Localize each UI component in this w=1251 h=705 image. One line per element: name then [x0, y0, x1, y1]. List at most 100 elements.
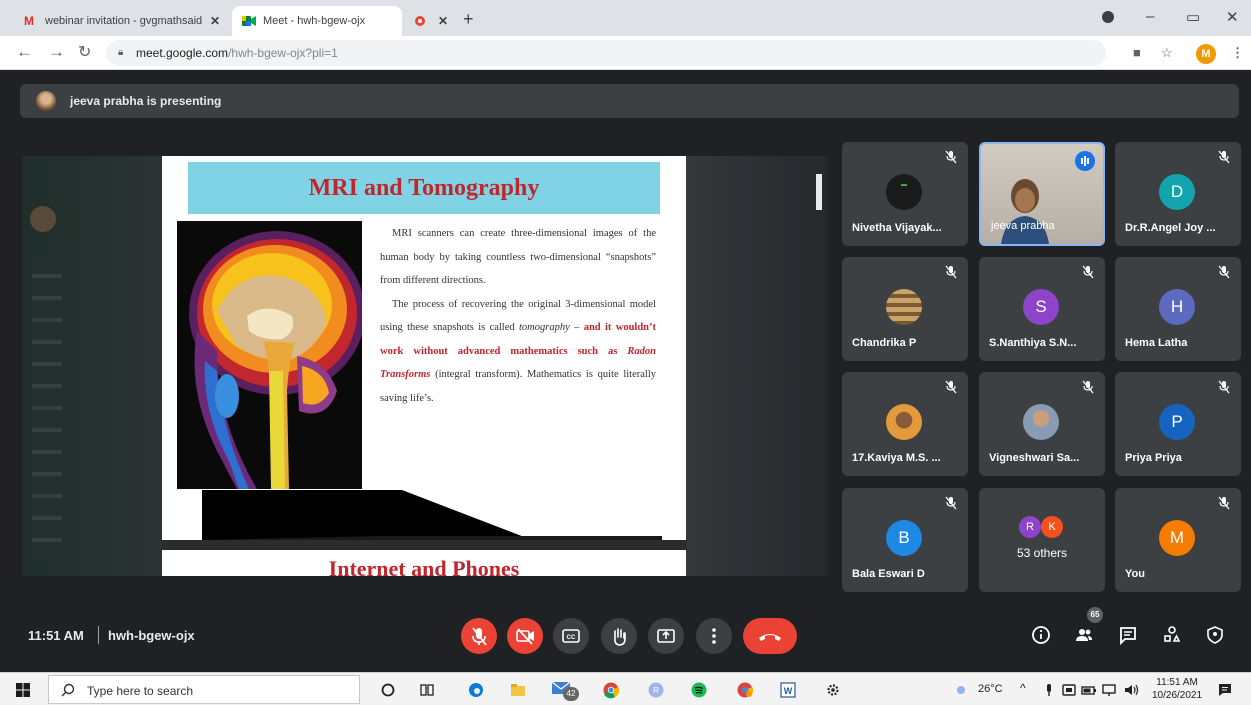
reload-icon[interactable]: ↻	[78, 42, 91, 62]
mic-off-icon	[1218, 380, 1230, 394]
participant-tile-presenter[interactable]: jeeva prabha	[979, 142, 1105, 246]
presentation-stage[interactable]: MRI and Tomography MRI scanners can crea…	[22, 156, 828, 576]
close-window-icon[interactable]: ✕	[1226, 8, 1239, 26]
host-controls-icon[interactable]	[1204, 624, 1226, 646]
divider	[98, 626, 99, 644]
profile-avatar[interactable]: M	[1196, 44, 1216, 64]
tab-meet[interactable]: Meet - hwh-bgew-ojx	[232, 6, 402, 36]
task-view-icon[interactable]	[418, 681, 436, 699]
settings-gear-icon[interactable]	[824, 681, 842, 699]
lock-icon: 🔒︎	[118, 47, 124, 58]
participant-tile[interactable]: B Bala Eswari D	[842, 488, 968, 592]
participant-count-badge: 65	[1087, 607, 1103, 623]
close-tab-icon[interactable]: ✕	[210, 14, 220, 28]
battery-icon[interactable]	[1080, 681, 1098, 699]
profile-app-icon[interactable]: R	[647, 681, 665, 699]
participant-tile[interactable]: H Hema Latha	[1115, 257, 1241, 361]
hand-icon	[614, 628, 626, 646]
taskbar-search-box[interactable]: Type here to search	[48, 675, 360, 704]
word-icon[interactable]: W	[779, 681, 797, 699]
raise-hand-button[interactable]	[601, 618, 637, 654]
participant-tile[interactable]: P Priya Priya	[1115, 372, 1241, 476]
people-icon[interactable]	[1073, 624, 1095, 646]
camera-toggle-button[interactable]	[507, 618, 543, 654]
mic-toggle-button[interactable]	[461, 618, 497, 654]
cortana-icon[interactable]	[379, 681, 397, 699]
participant-tile[interactable]: S S.Nanthiya S.N...	[979, 257, 1105, 361]
screen: M webinar invitation - gvgmathsaid ✕ Mee…	[0, 0, 1251, 705]
present-now-button[interactable]	[648, 618, 684, 654]
participant-tile[interactable]: Chandrika P	[842, 257, 968, 361]
system-time: 11:51 AM	[1156, 677, 1198, 688]
presenting-text: jeeva prabha is presenting	[70, 94, 222, 108]
meet-window: jeeva prabha is presenting MRI and Tomog…	[0, 70, 1251, 672]
meeting-code: hwh-bgew-ojx	[108, 628, 195, 643]
network-icon[interactable]	[1100, 681, 1118, 699]
presentation-slide: MRI and Tomography MRI scanners can crea…	[162, 156, 686, 540]
menu-kebab-icon[interactable]: ⋮	[1231, 45, 1244, 61]
others-tile[interactable]: R K 53 others	[979, 488, 1105, 592]
slide-paragraph-1: MRI scanners can create three-dimensiona…	[380, 222, 656, 293]
chrome-profile-icon[interactable]	[736, 681, 754, 699]
participant-avatar: D	[1159, 174, 1195, 210]
svg-text:R: R	[653, 686, 659, 695]
others-avatar-k: K	[1041, 516, 1063, 538]
url-host: meet.google.com	[136, 46, 229, 60]
chrome-icon[interactable]	[602, 681, 620, 699]
leave-call-button[interactable]	[743, 618, 797, 654]
minimize-icon[interactable]: –	[1146, 8, 1154, 25]
participant-avatar	[1023, 404, 1059, 440]
captions-button[interactable]: CC	[553, 618, 589, 654]
tray-app-icon[interactable]	[1060, 681, 1078, 699]
more-options-button[interactable]	[696, 618, 732, 654]
participant-tile[interactable]: ▬ Nivetha Vijayak...	[842, 142, 968, 246]
mic-off-icon	[1218, 150, 1230, 164]
tab-recording[interactable]: ✕	[404, 6, 458, 36]
weather-icon[interactable]	[952, 681, 970, 699]
restore-icon[interactable]: ▭	[1186, 8, 1200, 26]
tab-gmail[interactable]: M webinar invitation - gvgmathsaid ✕	[14, 6, 230, 36]
slide-paragraph-2-dash: –	[569, 322, 584, 333]
file-explorer-icon[interactable]	[509, 681, 527, 699]
forward-icon[interactable]: →	[48, 42, 65, 62]
activities-icon[interactable]	[1161, 624, 1183, 646]
participant-avatar: P	[1159, 404, 1195, 440]
mic-tray-icon[interactable]	[1040, 681, 1058, 699]
participant-avatar: ▬	[886, 174, 922, 210]
participant-tile[interactable]: D Dr.R.Angel Joy ...	[1115, 142, 1241, 246]
mic-off-icon	[1082, 265, 1094, 279]
participant-name: Priya Priya	[1125, 452, 1182, 464]
chat-icon[interactable]	[1117, 624, 1139, 646]
new-tab-icon[interactable]: +	[463, 9, 474, 30]
volume-icon[interactable]	[1122, 681, 1140, 699]
participant-avatar	[886, 289, 922, 325]
system-clock[interactable]: 11:51 AM 10/26/2021	[1152, 676, 1202, 702]
present-icon	[657, 629, 675, 643]
participant-avatar: S	[1023, 289, 1059, 325]
participant-avatar: M	[1159, 520, 1195, 556]
self-tile[interactable]: M You	[1115, 488, 1241, 592]
meeting-details-icon[interactable]	[1030, 624, 1052, 646]
gmail-icon: M	[24, 14, 34, 28]
mail-app[interactable]: 42	[551, 679, 579, 701]
participant-tile[interactable]: 17.Kaviya M.S. ...	[842, 372, 968, 476]
camera-permission-icon[interactable]: ■	[1133, 45, 1141, 60]
speaking-indicator-icon	[1075, 151, 1095, 171]
close-tab-icon[interactable]: ✕	[438, 14, 448, 28]
browser-toolbar: ← → ↻ 🔒︎ meet.google.com/hwh-bgew-ojx?pl…	[0, 36, 1251, 70]
slide-title: MRI and Tomography	[188, 162, 660, 214]
windows-start-icon[interactable]	[14, 681, 32, 699]
extension-icon[interactable]	[1101, 10, 1115, 28]
back-icon[interactable]: ←	[16, 42, 33, 62]
spotify-icon[interactable]	[690, 681, 708, 699]
meeting-controls-bar: 11:51 AM hwh-bgew-ojx CC 65	[0, 602, 1251, 672]
edge-icon[interactable]	[467, 681, 485, 699]
presenting-banner: jeeva prabha is presenting	[20, 84, 1239, 118]
notifications-icon[interactable]	[1216, 681, 1234, 699]
address-bar[interactable]: 🔒︎ meet.google.com/hwh-bgew-ojx?pli=1	[106, 40, 1106, 66]
mic-off-icon	[945, 380, 957, 394]
tray-overflow-icon[interactable]: ^	[1020, 681, 1026, 695]
mri-brain-image	[177, 221, 362, 489]
bookmark-star-icon[interactable]: ☆	[1161, 45, 1173, 61]
participant-tile[interactable]: Vigneshwari Sa...	[979, 372, 1105, 476]
